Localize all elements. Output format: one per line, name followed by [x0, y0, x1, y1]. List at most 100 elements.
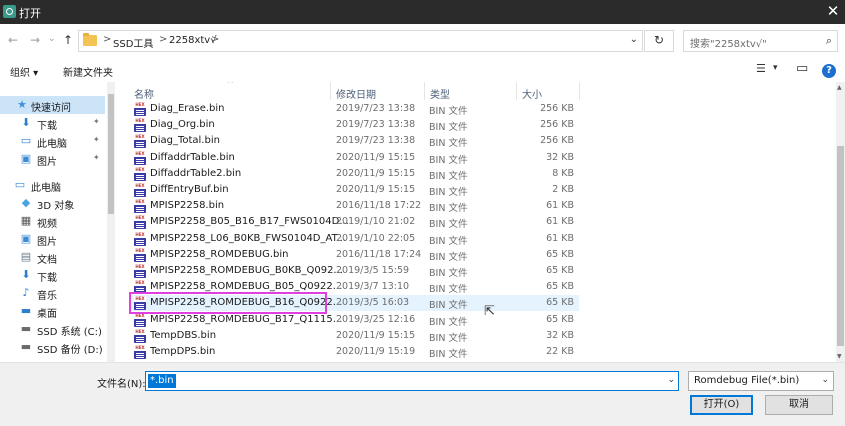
sidebar-item-label: 视频 [37, 219, 57, 230]
sidebar-item-label: 桌面 [37, 309, 57, 320]
file-row[interactable]: MPISP2258_ROMDEBUG.bin 2016/11/18 17:24 BI… [129, 247, 579, 263]
sidebar-item[interactable]: ⬇ 下载 ✦ [0, 114, 105, 133]
sidebar-item[interactable]: ▭ 此电脑 ✦ [0, 132, 105, 151]
column-divider[interactable] [424, 82, 425, 100]
pin-icon: ✦ [93, 117, 100, 126]
file-row[interactable]: MPISP2258_L06_B0KB_FWS0104D_AT...2019/1/… [129, 231, 579, 247]
file-row[interactable]: DiffaddrTable2.bin 2020/11/9 15:15 BIN 文件 8… [129, 166, 579, 182]
sidebar-item[interactable]: ▬ SSD 系统 (C:) [0, 320, 105, 339]
download-icon: ⬇ [21, 268, 31, 281]
breadcrumb-separator[interactable]: > [103, 34, 111, 45]
file-row[interactable]: TempDPS.bin 2020/11/9 15:19 BIN 文件 22 KB [129, 344, 579, 360]
recent-locations-button[interactable]: ⌄ [48, 34, 56, 44]
sidebar-item-label: 下载 [37, 273, 57, 284]
sidebar-item[interactable]: ▬ 桌面 [0, 302, 105, 321]
file-row[interactable]: MPISP2258.bin 2016/11/18 17:22 BIN 文件 61 KB [129, 198, 579, 214]
preview-pane-icon[interactable]: ▭ [796, 61, 808, 76]
up-button[interactable]: ↑ [63, 33, 73, 47]
file-row[interactable]: Diag_Total.bin 2019/7/23 13:38 BIN 文件 256 K… [129, 133, 579, 149]
file-date: 2019/3/7 13:10 [336, 281, 410, 293]
column-header-size[interactable]: 大小 [522, 86, 542, 101]
scroll-down-icon[interactable]: ▼ [837, 353, 842, 360]
sidebar-item[interactable]: ▤ 文档 [0, 248, 105, 267]
file-size: 65 KB [546, 248, 574, 260]
hex-file-icon [134, 345, 146, 359]
scroll-up-icon[interactable]: ▲ [837, 84, 842, 91]
filename-dropdown-icon[interactable]: ⌄ [667, 375, 675, 385]
drive-icon: ▬ [20, 322, 32, 335]
annotation-highlight-box [129, 292, 327, 314]
scrollbar-thumb[interactable] [837, 146, 844, 346]
scrollbar-thumb[interactable] [108, 94, 114, 214]
sidebar-item[interactable]: ▣ 图片 [0, 230, 105, 249]
search-icon[interactable]: ⌕ [826, 34, 832, 48]
close-button[interactable]: ✕ [821, 0, 845, 24]
file-size: 8 KB [552, 167, 574, 179]
navigation-scrollbar[interactable] [107, 82, 115, 362]
open-button[interactable]: 打开(O) [690, 395, 753, 415]
column-header-type[interactable]: 类型 [430, 86, 450, 101]
help-button[interactable]: ? [822, 64, 836, 78]
organize-menu[interactable]: 组织 ▾ [10, 64, 38, 79]
file-size: 65 KB [546, 281, 574, 293]
hex-file-icon [134, 231, 146, 246]
file-type: BIN 文件 [429, 349, 468, 360]
sidebar-item[interactable]: ◆ 3D 对象 [0, 194, 105, 213]
hex-file-icon [134, 215, 146, 230]
column-divider[interactable] [516, 82, 517, 100]
file-row[interactable]: MPISP2258_ROMDEBUG_B0KB_Q092...2019/3/5 … [129, 263, 579, 279]
column-header-date[interactable]: 修改日期 [336, 86, 376, 101]
breadcrumb-2258xtv[interactable]: 2258xtv√ [169, 35, 217, 46]
sidebar-item-label: 文档 [37, 255, 57, 266]
column-header-name[interactable]: 名称 [134, 86, 154, 101]
sidebar-item[interactable]: ⬇ 下载 [0, 266, 105, 285]
address-bar[interactable]: > SSD工具 > 2258xtv√ > ⌄ [78, 30, 643, 52]
file-type: BIN 文件 [429, 122, 468, 134]
sidebar-item-label: 此电脑 [37, 139, 67, 150]
breadcrumb-separator[interactable]: > [159, 34, 167, 45]
filename-value[interactable]: *.bin [148, 374, 176, 388]
file-row[interactable]: TempDBS.bin 2020/11/9 15:15 BIN 文件 32 KB [129, 328, 579, 344]
address-dropdown-icon[interactable]: ⌄ [630, 34, 638, 45]
breadcrumb-separator[interactable]: > [211, 34, 219, 45]
filename-label: 文件名(N): [97, 379, 146, 390]
sidebar-item[interactable]: ▦ 视频 [0, 212, 105, 231]
file-list-scrollbar[interactable]: ▲ ▼ [836, 82, 845, 362]
new-folder-button[interactable]: 新建文件夹 [63, 64, 113, 79]
star-icon: ★ [17, 98, 27, 111]
file-type: BIN 文件 [429, 170, 468, 182]
file-size: 22 KB [546, 346, 574, 357]
sidebar-item[interactable]: ▣ 图片 ✦ [0, 150, 105, 169]
filename-input[interactable]: *.bin ⌄ [145, 371, 679, 391]
file-date: 2019/3/5 15:59 [336, 265, 410, 276]
sidebar-item[interactable]: ♪ 音乐 [0, 284, 105, 303]
address-row: ← → ⌄ ↑ > SSD工具 > 2258xtv√ > ⌄ ↻ 搜索"2258… [0, 24, 845, 58]
file-row[interactable]: Diag_Org.bin 2019/7/23 13:38 BIN 文件 256 KB [129, 117, 579, 133]
file-row[interactable]: DiffEntryBuf.bin 2020/11/9 15:15 BIN 文件 2 K… [129, 182, 579, 198]
column-divider[interactable] [330, 82, 331, 100]
breadcrumb-ssd-tools[interactable]: SSD工具 [113, 35, 153, 50]
file-name: Diag_Total.bin [150, 135, 220, 147]
view-dropdown-icon[interactable]: ▾ [773, 63, 778, 73]
file-type-select[interactable]: Romdebug File(*.bin) ⌄ [688, 371, 834, 391]
file-type-dropdown-icon[interactable]: ⌄ [821, 375, 829, 385]
hex-file-icon [134, 183, 146, 197]
refresh-button[interactable]: ↻ [644, 30, 674, 52]
sidebar-item-label: 音乐 [37, 291, 57, 302]
file-size: 32 KB [546, 329, 574, 341]
pictures-icon: ▣ [20, 232, 32, 245]
sidebar-item[interactable]: ▭ 此电脑 [0, 176, 105, 195]
file-row[interactable]: DiffaddrTable.bin 2020/11/9 15:15 BIN 文件 32… [129, 150, 579, 166]
sidebar-item[interactable]: ★ 快速访问 [0, 96, 105, 114]
column-divider[interactable] [579, 82, 580, 100]
file-row[interactable]: MPISP2258_B05_B16_B17_FWS0104D...2019/1/… [129, 214, 579, 230]
search-input[interactable]: 搜索"2258xtv√" ⌕ [683, 30, 838, 52]
file-row[interactable]: Diag_Erase.bin 2019/7/23 13:38 BIN 文件 256 K… [129, 101, 579, 117]
view-options-icon[interactable]: ☰ [756, 62, 766, 75]
file-date: 2020/11/9 15:15 [336, 184, 416, 195]
hex-file-icon [134, 118, 146, 133]
sidebar-item[interactable]: ▬ SSD 备份 (D:) [0, 338, 105, 357]
cancel-button[interactable]: 取消 [765, 395, 833, 415]
back-button[interactable]: ← [8, 33, 18, 47]
forward-button[interactable]: → [30, 33, 40, 47]
